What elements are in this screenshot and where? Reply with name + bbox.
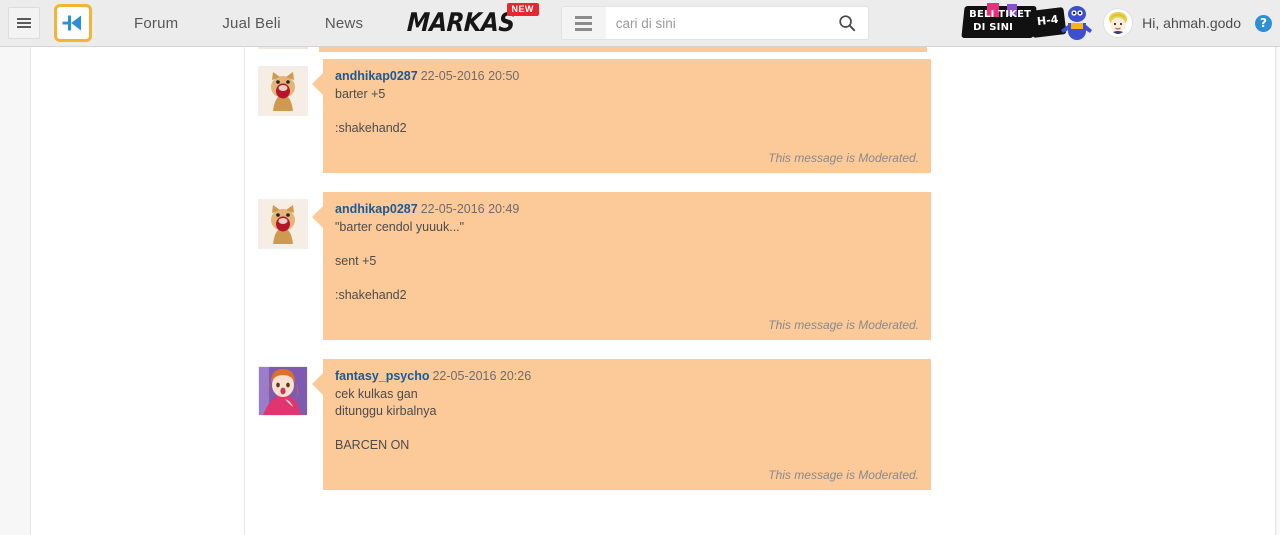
ad-line-1: BELI TIKET [969,9,1032,20]
hamburger-icon-line [17,18,31,20]
nav-item-news[interactable]: News [303,0,385,47]
main-nav: Forum Jual Beli News [112,0,385,47]
markas-logo[interactable]: MARKAS NEW [406,0,539,47]
menu-lines-icon-line [575,15,593,19]
k-logo-icon [62,15,81,31]
post-body-text: "barter cendol yuuuk..." sent +5 :shakeh… [335,220,465,302]
cat-avatar-icon [259,200,307,248]
post-username-link[interactable]: andhikap0287 [335,202,418,216]
site-logo-button[interactable] [54,4,92,42]
post-body-text: barter +5 :shakehand2 [335,87,407,135]
post-moderated-note: This message is Moderated. [768,468,919,482]
post-item: andhikap0287 22-05-2016 20:49 "barter cen… [246,192,1275,340]
post-bubble-wrap: andhikap0287 22-05-2016 20:50 barter +5 :… [312,59,931,173]
left-edge-strip [0,47,31,535]
user-account-menu[interactable]: Hi, ahmah.godo [1103,8,1241,38]
top-navigation-bar: Forum Jual Beli News MARKAS NEW BELI TIK… [0,0,1280,47]
markas-new-badge: NEW [506,2,539,16]
post-body-text: cek kulkas gan ditunggu kirbalnya BARCEN… [335,387,437,452]
search-icon [839,15,855,32]
page-body: andhikap0287 22-05-2016 20:50 barter +5 :… [0,47,1280,535]
hamburger-icon-line [17,26,31,28]
post-moderated-note: This message is Moderated. [768,151,919,165]
search-bar [561,7,868,39]
search-category-button[interactable] [561,7,606,39]
nav-item-forum[interactable]: Forum [112,0,200,47]
post-moderated-note: This message is Moderated. [768,318,919,332]
header-right-section: BELI TIKET DI SINI H-4 Hi, ahmah.godo ? [961,0,1280,47]
post-avatar[interactable] [258,199,308,249]
post-timestamp: 22-05-2016 20:49 [420,202,520,216]
post-item: fantasy_psycho 22-05-2016 20:26 cek kulka… [246,359,1275,490]
search-input[interactable] [605,7,826,39]
post-avatar[interactable] [258,366,308,416]
ad-line-2: DI SINI [973,22,1014,33]
post-bubble: andhikap0287 22-05-2016 20:49 "barter cen… [312,192,931,340]
avatar [1103,8,1134,38]
help-icon[interactable]: ? [1255,14,1272,32]
nav-item-jual-beli[interactable]: Jual Beli [200,0,303,47]
hamburger-icon-line [17,22,31,24]
search-submit-button[interactable] [826,7,868,39]
cat-avatar-icon [259,67,307,115]
post-bubble: andhikap0287 22-05-2016 20:50 barter +5 :… [312,59,931,173]
clipped-post-bubble [319,47,927,52]
clipped-post-avatar [258,47,308,49]
markas-label: MARKAS [406,8,516,38]
post-bubble-wrap: andhikap0287 22-05-2016 20:49 "barter cen… [312,192,931,340]
user-avatar-icon [1104,9,1133,37]
anime-avatar-icon [259,367,307,415]
left-sidebar-column [32,47,245,535]
hamburger-menu-button[interactable] [8,7,40,39]
menu-lines-icon-line [575,21,593,25]
thread-post-list: andhikap0287 22-05-2016 20:50 barter +5 :… [246,47,1275,535]
post-username-link[interactable]: fantasy_psycho [335,369,429,383]
post-bubble: fantasy_psycho 22-05-2016 20:26 cek kulka… [312,359,931,490]
ad-banner-beli-tiket[interactable]: BELI TIKET DI SINI H-4 [961,3,1095,43]
post-header: andhikap0287 22-05-2016 20:49 [335,200,919,218]
post-header: fantasy_psycho 22-05-2016 20:26 [335,367,919,385]
post-item: andhikap0287 22-05-2016 20:50 barter +5 :… [246,59,1275,173]
post-header: andhikap0287 22-05-2016 20:50 [335,67,919,85]
post-username-link[interactable]: andhikap0287 [335,69,418,83]
ad-mascot-icon [1061,6,1093,40]
post-avatar[interactable] [258,66,308,116]
menu-lines-icon-line [575,27,593,31]
post-bubble-wrap: fantasy_psycho 22-05-2016 20:26 cek kulka… [312,359,931,490]
page-scrollbar[interactable] [1276,47,1280,535]
post-timestamp: 22-05-2016 20:26 [432,369,532,383]
user-greeting-label: Hi, ahmah.godo [1142,15,1241,31]
ad-line-3: H-4 [1036,12,1060,29]
post-timestamp: 22-05-2016 20:50 [420,69,520,83]
